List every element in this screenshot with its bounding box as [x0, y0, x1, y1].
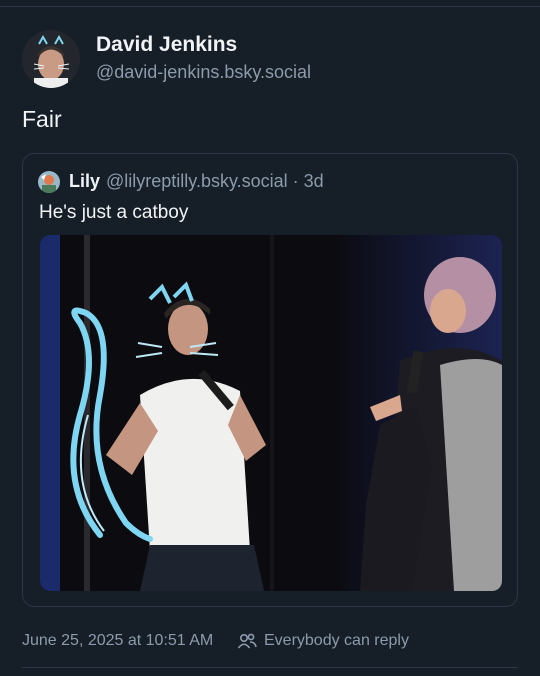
post-text: Fair: [22, 106, 62, 132]
author-handle[interactable]: @david-jenkins.bsky.social: [96, 62, 311, 83]
reply-setting[interactable]: Everybody can reply: [264, 632, 409, 650]
post-date[interactable]: June 25, 2025 at 10:51 AM: [22, 632, 213, 650]
quote-author-avatar[interactable]: [38, 171, 60, 193]
author-display-name[interactable]: David Jenkins: [96, 33, 237, 57]
quote-text: He's just a catboy: [39, 202, 189, 223]
quote-author-handle[interactable]: @lilyreptilly.bsky.social · 3d: [106, 171, 324, 192]
quoted-post[interactable]: Lily @lilyreptilly.bsky.social · 3d He's…: [22, 153, 518, 607]
people-icon: [237, 631, 257, 651]
quote-header: Lily @lilyreptilly.bsky.social · 3d: [38, 170, 508, 194]
author-avatar[interactable]: [22, 30, 80, 88]
top-divider: [0, 6, 540, 7]
quote-image[interactable]: [40, 235, 502, 591]
bottom-divider: [22, 667, 518, 668]
post-author[interactable]: David Jenkins @david-jenkins.bsky.social: [22, 30, 522, 90]
quote-author-name[interactable]: Lily: [69, 171, 100, 192]
